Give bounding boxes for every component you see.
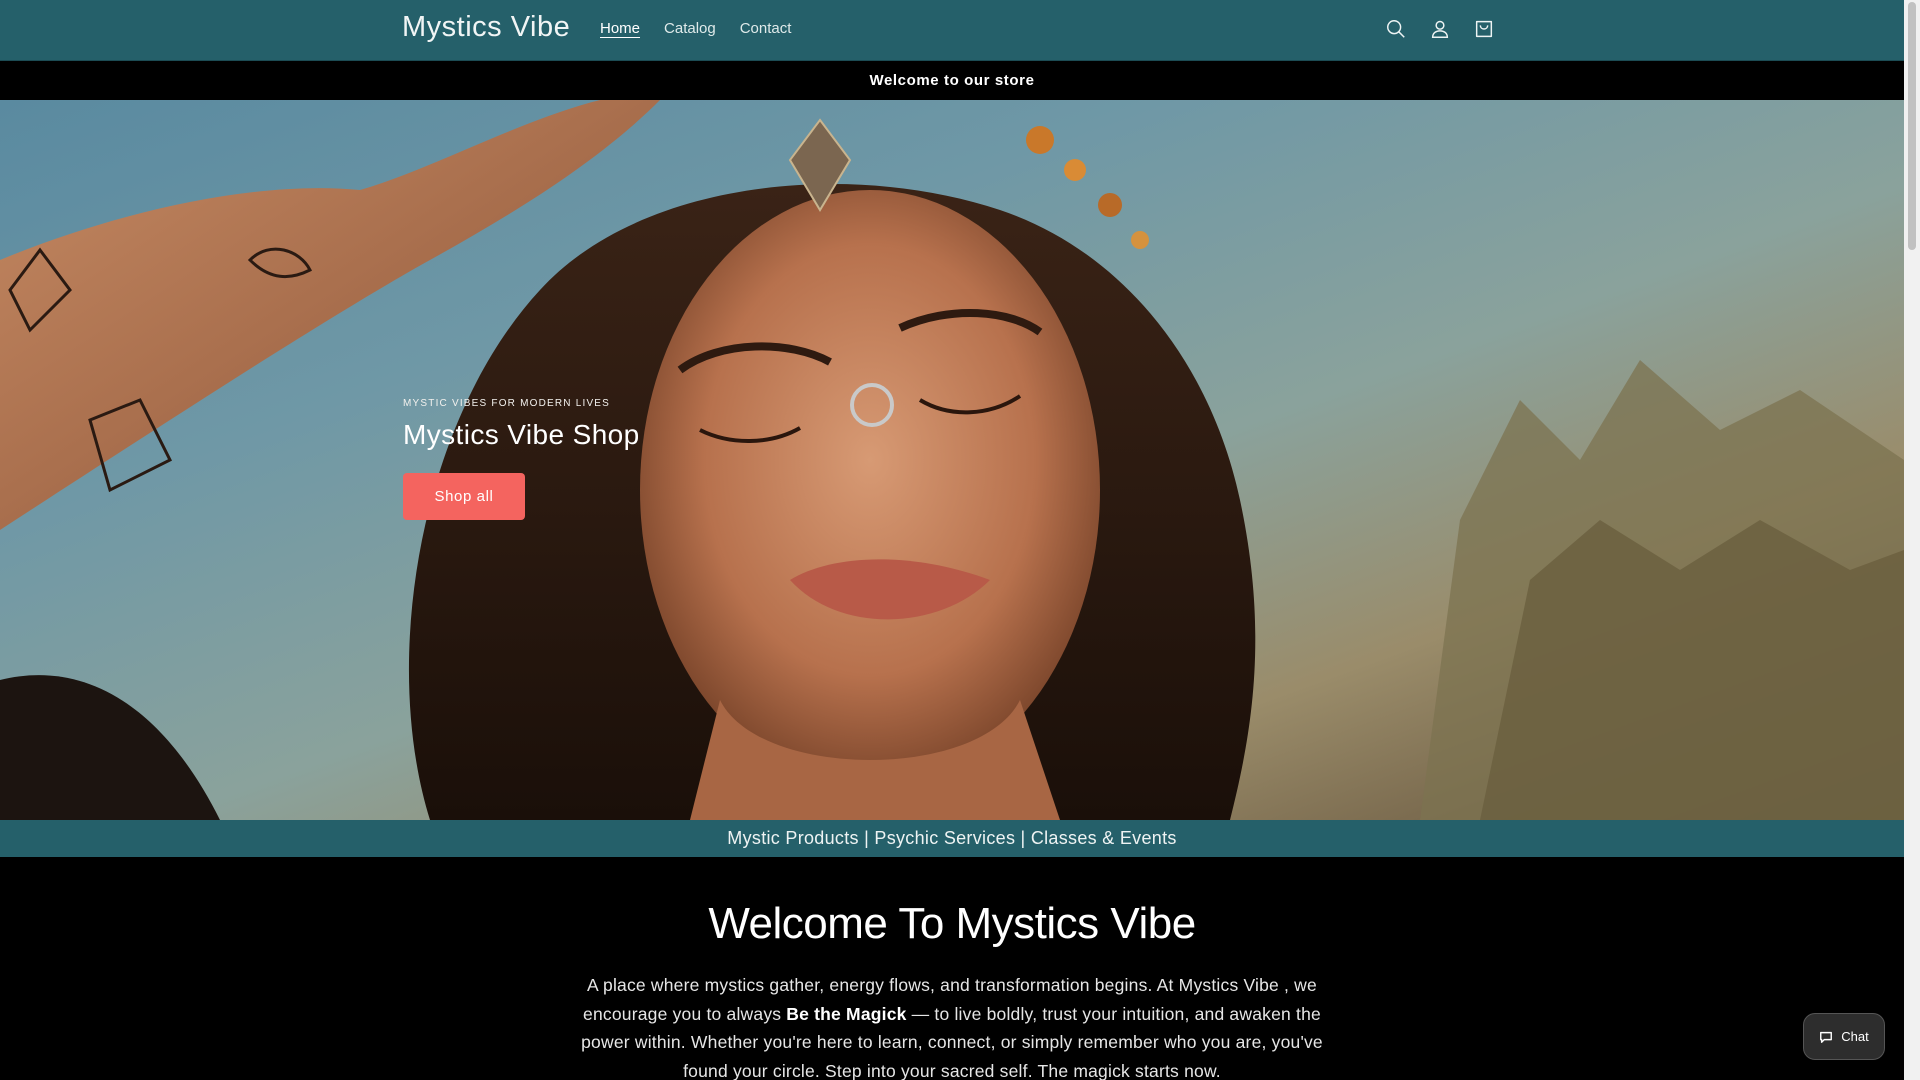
services-strip: Mystic Products | Psychic Services | Cla… (0, 820, 1904, 857)
hero-content: MYSTIC VIBES FOR MODERN LIVES Mystics Vi… (403, 398, 640, 520)
nav-catalog[interactable]: Catalog (664, 20, 716, 37)
hero-title: Mystics Vibe Shop (403, 419, 640, 450)
welcome-text: A place where mystics gather, energy flo… (557, 971, 1347, 1080)
welcome-heading: Welcome To Mystics Vibe (708, 899, 1196, 948)
main-nav: Home Catalog Contact (600, 20, 791, 37)
nav-home[interactable]: Home (600, 20, 640, 37)
cart-icon[interactable] (1470, 15, 1498, 43)
hero-subheading: MYSTIC VIBES FOR MODERN LIVES (403, 398, 611, 409)
search-icon[interactable] (1382, 15, 1410, 43)
header-icons (1382, 15, 1498, 43)
announcement-bar: Welcome to our store (0, 61, 1904, 100)
account-icon[interactable] (1426, 15, 1454, 43)
site-logo[interactable]: Mystics Vibe (402, 11, 570, 44)
chat-label: Chat (1841, 1029, 1869, 1044)
hero-banner: MYSTIC VIBES FOR MODERN LIVES Mystics Vi… (0, 100, 1904, 820)
site-header: Mystics Vibe Home Catalog Contact (0, 0, 1904, 61)
welcome-text-bold: Be the Magick (786, 1003, 907, 1024)
announcement-text: Welcome to our store (869, 72, 1035, 89)
page-scrollbar[interactable] (1904, 0, 1920, 1080)
chat-bubble-icon (1820, 1031, 1833, 1043)
welcome-section: Welcome To Mystics Vibe A place where my… (0, 857, 1904, 1080)
services-strip-text: Mystic Products | Psychic Services | Cla… (727, 828, 1177, 848)
shop-all-button[interactable]: Shop all (403, 473, 525, 520)
chat-button[interactable]: Chat (1803, 1013, 1885, 1060)
nav-contact[interactable]: Contact (740, 20, 792, 37)
hero-image (0, 100, 1904, 820)
scrollbar-thumb[interactable] (1908, 2, 1916, 250)
